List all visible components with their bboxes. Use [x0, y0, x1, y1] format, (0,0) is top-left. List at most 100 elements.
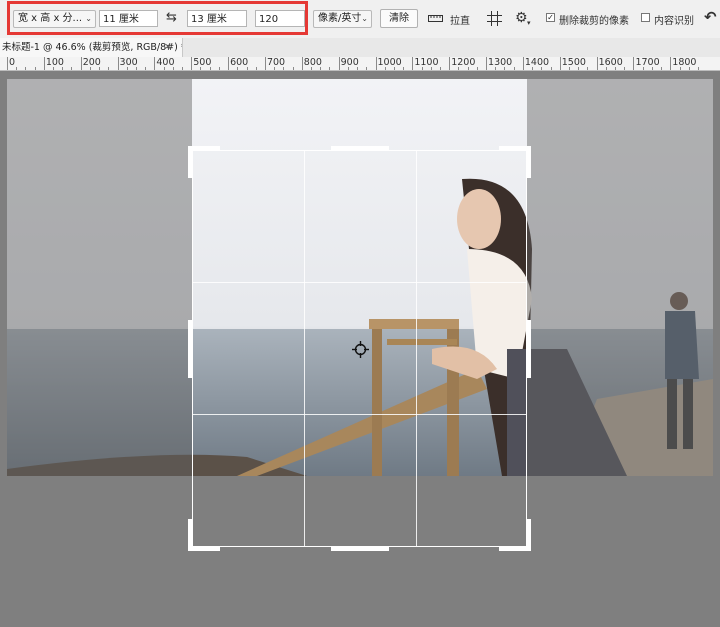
- crop-shield-left: [7, 79, 192, 476]
- ruler-label: 1800: [672, 57, 697, 68]
- delete-cropped-checkbox[interactable]: ✓: [546, 13, 555, 22]
- chevron-down-icon: ⌄: [361, 14, 368, 23]
- ruler-minor-tick: [329, 67, 331, 70]
- ruler-minor-tick: [578, 67, 580, 70]
- ruler-major-tick: [264, 57, 266, 70]
- ruler-major-tick: [412, 57, 414, 70]
- ruler-minor-tick: [237, 67, 239, 70]
- reset-arrow-icon[interactable]: ↶: [704, 10, 717, 25]
- ruler-minor-tick: [476, 67, 478, 70]
- ruler-label: 1200: [451, 57, 476, 68]
- ruler-label: 1000: [377, 57, 402, 68]
- grid-line: [304, 151, 305, 546]
- ruler-minor-tick: [513, 67, 515, 70]
- ruler-minor-tick: [384, 67, 386, 70]
- resolution-unit-select[interactable]: 像素/英寸 ⌄: [313, 10, 372, 28]
- ruler-minor-tick: [679, 67, 681, 70]
- ruler-major-tick: [486, 57, 488, 70]
- ruler-minor-tick: [182, 67, 184, 70]
- ruler-minor-tick: [357, 67, 359, 70]
- ruler-minor-tick: [587, 67, 589, 70]
- ruler-minor-tick: [550, 67, 552, 70]
- content-aware-checkbox[interactable]: [641, 13, 650, 22]
- crop-handle-top[interactable]: [331, 146, 389, 151]
- ruler-label: 1300: [488, 57, 513, 68]
- crop-handle-bottom[interactable]: [331, 546, 389, 551]
- ruler-label: 700: [266, 57, 286, 68]
- ruler-minor-tick: [311, 67, 312, 70]
- ruler-major-tick: [301, 57, 303, 70]
- grid-overlay-icon[interactable]: [487, 11, 502, 26]
- ruler-minor-tick: [439, 67, 441, 70]
- chevron-down-icon[interactable]: ▾: [527, 16, 531, 30]
- ruler-minor-tick: [403, 67, 405, 70]
- ruler-minor-tick: [62, 67, 64, 70]
- ruler-label: 400: [156, 57, 175, 68]
- swap-arrows-icon[interactable]: ⇆: [166, 11, 177, 25]
- document-tab-bar: 未标题-1 @ 46.6% (裁剪预览, RGB/8#) * ×: [0, 38, 720, 57]
- straighten-ruler-icon: [428, 15, 443, 22]
- crop-handle-right[interactable]: [526, 320, 531, 378]
- ruler-major-tick: [80, 57, 82, 70]
- ruler-label: 1600: [598, 57, 623, 68]
- clear-button[interactable]: 清除: [380, 9, 418, 28]
- ruler-minor-tick: [99, 67, 101, 70]
- ruler-minor-tick: [661, 67, 663, 70]
- ruler-minor-tick: [172, 67, 174, 70]
- ruler-major-tick: [154, 57, 156, 70]
- ruler-major-tick: [338, 57, 340, 70]
- ruler-label: 500: [193, 57, 212, 68]
- ruler-label: 1400: [524, 57, 550, 68]
- ruler-major-tick: [375, 57, 377, 70]
- gear-icon[interactable]: ⚙: [515, 11, 528, 25]
- ruler-minor-tick: [320, 67, 322, 70]
- ruler-label: 0: [9, 57, 16, 68]
- resolution-input[interactable]: 120: [255, 10, 305, 27]
- ruler-major-tick: [449, 57, 451, 70]
- ratio-preset-value: 宽 x 高 x 分...: [18, 13, 83, 24]
- width-input[interactable]: 11 厘米: [99, 10, 158, 27]
- height-input[interactable]: 13 厘米: [187, 10, 247, 27]
- ruler-minor-tick: [467, 67, 469, 70]
- ruler-minor-tick: [292, 67, 294, 70]
- ruler-minor-tick: [347, 67, 349, 70]
- ruler-minor-tick: [430, 67, 432, 70]
- crop-handle-left[interactable]: [188, 320, 193, 378]
- ruler-label: 900: [340, 57, 359, 68]
- ruler-minor-tick: [200, 67, 202, 70]
- ruler-minor-tick: [605, 67, 607, 70]
- ruler-minor-tick: [458, 67, 460, 70]
- grid-line: [416, 151, 417, 546]
- document-tab[interactable]: 未标题-1 @ 46.6% (裁剪预览, RGB/8#) *: [0, 38, 183, 57]
- ruler-minor-tick: [624, 67, 626, 70]
- ruler-minor-tick: [34, 67, 36, 70]
- ratio-preset-select[interactable]: 宽 x 高 x 分... ⌄: [13, 10, 96, 28]
- ruler-major-tick: [633, 57, 635, 70]
- ruler-minor-tick: [651, 67, 653, 70]
- ruler-minor-tick: [135, 67, 137, 70]
- ruler-minor-tick: [393, 67, 395, 70]
- ruler-minor-tick: [421, 67, 423, 70]
- ruler-minor-tick: [697, 67, 699, 70]
- ruler-minor-tick: [89, 67, 91, 70]
- horizontal-ruler[interactable]: 0 100 200 300 400 500 600 700 800 900 1000 1100 1200…: [0, 57, 720, 71]
- ruler-minor-tick: [255, 67, 257, 70]
- ruler-label: 200: [82, 57, 101, 68]
- ruler-major-tick: [228, 57, 230, 70]
- resolution-unit-value: 像素/英寸: [318, 13, 362, 24]
- crosshair-pivot-icon[interactable]: [352, 341, 369, 358]
- ruler-label: 1100: [414, 57, 439, 68]
- ruler-minor-tick: [541, 67, 543, 70]
- ruler-minor-tick: [209, 67, 211, 70]
- ruler-major-tick: [522, 57, 524, 70]
- ruler-minor-tick: [246, 67, 248, 70]
- ruler-minor-tick: [53, 67, 55, 70]
- ruler-major-tick: [191, 57, 193, 70]
- ruler-minor-tick: [366, 67, 368, 70]
- close-icon[interactable]: ×: [164, 38, 172, 57]
- ruler-minor-tick: [218, 67, 220, 70]
- content-aware-label: 内容识别: [654, 16, 694, 27]
- ruler-label: 300: [119, 57, 138, 68]
- ruler-major-tick: [559, 57, 561, 70]
- ruler-label: 100: [45, 57, 64, 68]
